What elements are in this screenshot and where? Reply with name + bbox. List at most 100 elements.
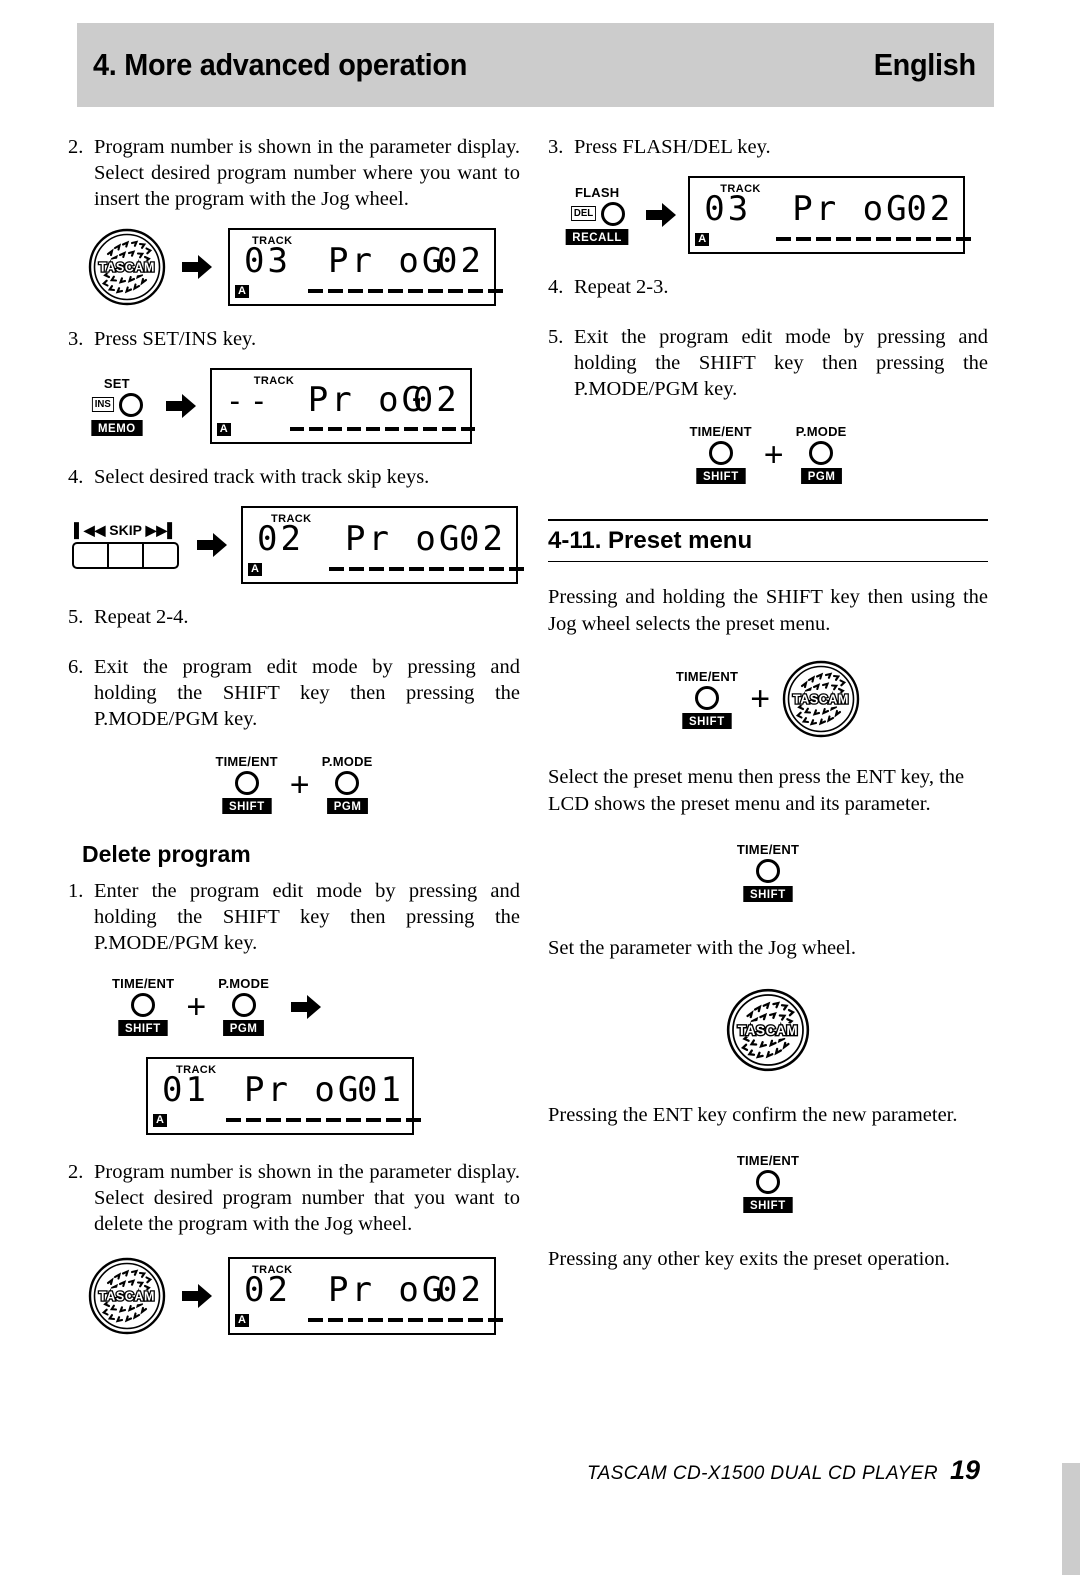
lcd-mode-text: Pr oG (792, 189, 910, 229)
step-text: Program number is shown in the parameter… (94, 1161, 520, 1235)
figure-jog-to-lcd-2: TASCAM TRACK 02 Pr oG 02 A (88, 1257, 520, 1335)
skip-key-pad[interactable] (72, 541, 179, 569)
shift-key[interactable]: TIME/ENT SHIFT (112, 976, 174, 1037)
page-edge-marker (1062, 1463, 1080, 1575)
key-side-label: INS (92, 397, 114, 412)
footer-product-text: TASCAM CD-X1500 DUAL CD PLAYER (587, 1463, 938, 1484)
step-item: 1. Enter the program edit mode by pressi… (68, 878, 520, 956)
key-knob-icon[interactable] (118, 392, 143, 417)
key-knob-icon[interactable] (755, 1170, 780, 1194)
step-item: 4. Repeat 2-3. (548, 274, 988, 300)
key-knob-icon[interactable] (694, 685, 719, 710)
lcd-dash-row (308, 289, 503, 293)
key-knob-icon[interactable] (600, 201, 625, 226)
skip-key-segment[interactable] (109, 543, 144, 567)
shift-key[interactable]: TIME/ENT SHIFT (676, 669, 738, 730)
key-knob-icon[interactable] (231, 993, 256, 1017)
key-bottom-label: SHIFT (222, 798, 272, 814)
right-arrow-icon (197, 532, 227, 558)
key-top-label: P.MODE (795, 424, 847, 439)
step-text: Exit the program edit mode by pressing a… (574, 326, 988, 400)
skip-keys-label: ▌◀◀ SKIP ▶▶▌ (72, 522, 179, 539)
heading-rule-bottom (548, 561, 988, 562)
figure-lcd-big: TRACK 01 Pr oG 01 A (146, 1057, 520, 1135)
step-number: 2. (68, 136, 84, 158)
jog-wheel-label: TASCAM (99, 1290, 155, 1304)
figure-jog-alone: TASCAM (548, 988, 988, 1072)
jog-wheel-label: TASCAM (738, 1023, 798, 1038)
right-arrow-icon (165, 393, 196, 419)
key-top-label: TIME/ENT (112, 976, 175, 991)
lcd-indicator-a: A (235, 285, 249, 298)
page-header-banner: 4. More advanced operation English (77, 23, 994, 107)
step-text: Repeat 2-4. (94, 606, 189, 628)
plus-sign-icon: + (186, 987, 207, 1026)
step-item: 4. Select desired track with track skip … (68, 464, 520, 490)
lcd-parameter-number: 01 (357, 1070, 404, 1110)
page-footer: TASCAM CD-X1500 DUAL CD PLAYER 19 (0, 1455, 1080, 1486)
plus-sign-icon: + (289, 765, 310, 804)
lcd-track-number: -- (225, 384, 274, 419)
right-column: 3. Press FLASH/DEL key. FLASH DEL RECALL… (548, 134, 988, 1286)
key-knob-icon[interactable] (708, 441, 733, 465)
lcd-mode-text: Pr oG (244, 1070, 362, 1110)
step-item: 2. Program number is shown in the parame… (68, 1159, 520, 1237)
step-item: 3. Press FLASH/DEL key. (548, 134, 988, 160)
shift-key[interactable]: TIME/ENT SHIFT (737, 842, 799, 903)
lcd-indicator-a: A (235, 1314, 249, 1327)
skip-key-segment[interactable] (74, 543, 109, 567)
figure-flashdel-to-lcd: FLASH DEL RECALL TRACK 03 Pr oG 02 A (564, 176, 988, 254)
step-text: Press SET/INS key. (94, 328, 257, 350)
step-item: 5. Repeat 2-4. (68, 604, 520, 630)
lcd-parameter-number: 02 (412, 380, 460, 420)
shift-key[interactable]: TIME/ENT SHIFT (215, 754, 278, 815)
lcd-dash-row (226, 1118, 421, 1122)
skip-key-segment[interactable] (144, 544, 177, 567)
flash-del-recall-key[interactable]: FLASH DEL RECALL (564, 185, 630, 246)
key-bottom-label: SHIFT (743, 886, 793, 902)
step-text: Select desired track with track skip key… (94, 466, 430, 488)
right-arrow-icon (182, 1283, 212, 1309)
paragraph: Pressing and holding the SHIFT key then … (548, 586, 988, 635)
page-language-label: English (873, 47, 976, 82)
delete-program-heading: Delete program (82, 841, 251, 867)
lcd-track-number: 02 (257, 519, 304, 559)
set-ins-memo-key[interactable]: SET INS MEMO (90, 376, 144, 437)
skip-forward-icon: ▶▶▌ (145, 521, 178, 538)
pgm-key[interactable]: P.MODE PGM (218, 976, 269, 1037)
pgm-key[interactable]: P.MODE PGM (796, 424, 847, 485)
lcd-display: TRACK 02 Pr oG 02 A (228, 1257, 503, 1335)
track-skip-keys[interactable]: ▌◀◀ SKIP ▶▶▌ (72, 522, 179, 569)
step-item: 5. Exit the program edit mode by pressin… (548, 324, 988, 402)
jog-wheel-icon: TASCAM (88, 1257, 166, 1335)
paragraph: Pressing the ENT key confirm the new par… (548, 1104, 958, 1126)
lcd-track-number: 03 (244, 241, 291, 281)
lcd-dash-row (308, 1318, 503, 1322)
right-arrow-icon (182, 254, 212, 280)
key-knob-icon[interactable] (131, 993, 156, 1017)
lcd-dash-row (776, 237, 972, 241)
jog-wheel-icon: TASCAM (726, 988, 810, 1072)
key-top-label: TIME/ENT (736, 842, 800, 857)
key-knob-icon[interactable] (755, 859, 780, 883)
page-title: 4. More advanced operation (93, 47, 468, 82)
key-knob-icon[interactable] (234, 771, 259, 795)
pgm-key[interactable]: P.MODE PGM (322, 754, 373, 815)
preset-menu-section-heading: 4-11. Preset menu (548, 519, 988, 562)
step-text: Press FLASH/DEL key. (574, 136, 771, 158)
plus-sign-icon: + (763, 435, 784, 474)
key-top-label: TIME/ENT (675, 668, 739, 684)
step-text: Enter the program edit mode by pressing … (94, 880, 520, 954)
step-number: 4. (548, 276, 564, 298)
key-top-label: TIME/ENT (689, 424, 752, 439)
figure-shift-key-1: TIME/ENT SHIFT (548, 842, 988, 903)
step-text: Program number is shown in the parameter… (94, 136, 520, 210)
key-knob-icon[interactable] (335, 771, 360, 795)
footer-page-number: 19 (949, 1455, 980, 1485)
shift-key[interactable]: TIME/ENT SHIFT (737, 1153, 799, 1214)
key-bottom-label: PGM (223, 1020, 265, 1036)
key-knob-icon[interactable] (809, 441, 834, 465)
shift-key[interactable]: TIME/ENT SHIFT (689, 424, 752, 485)
lcd-track-number: 01 (162, 1070, 209, 1110)
lcd-mode-text: Pr oG (328, 241, 446, 281)
